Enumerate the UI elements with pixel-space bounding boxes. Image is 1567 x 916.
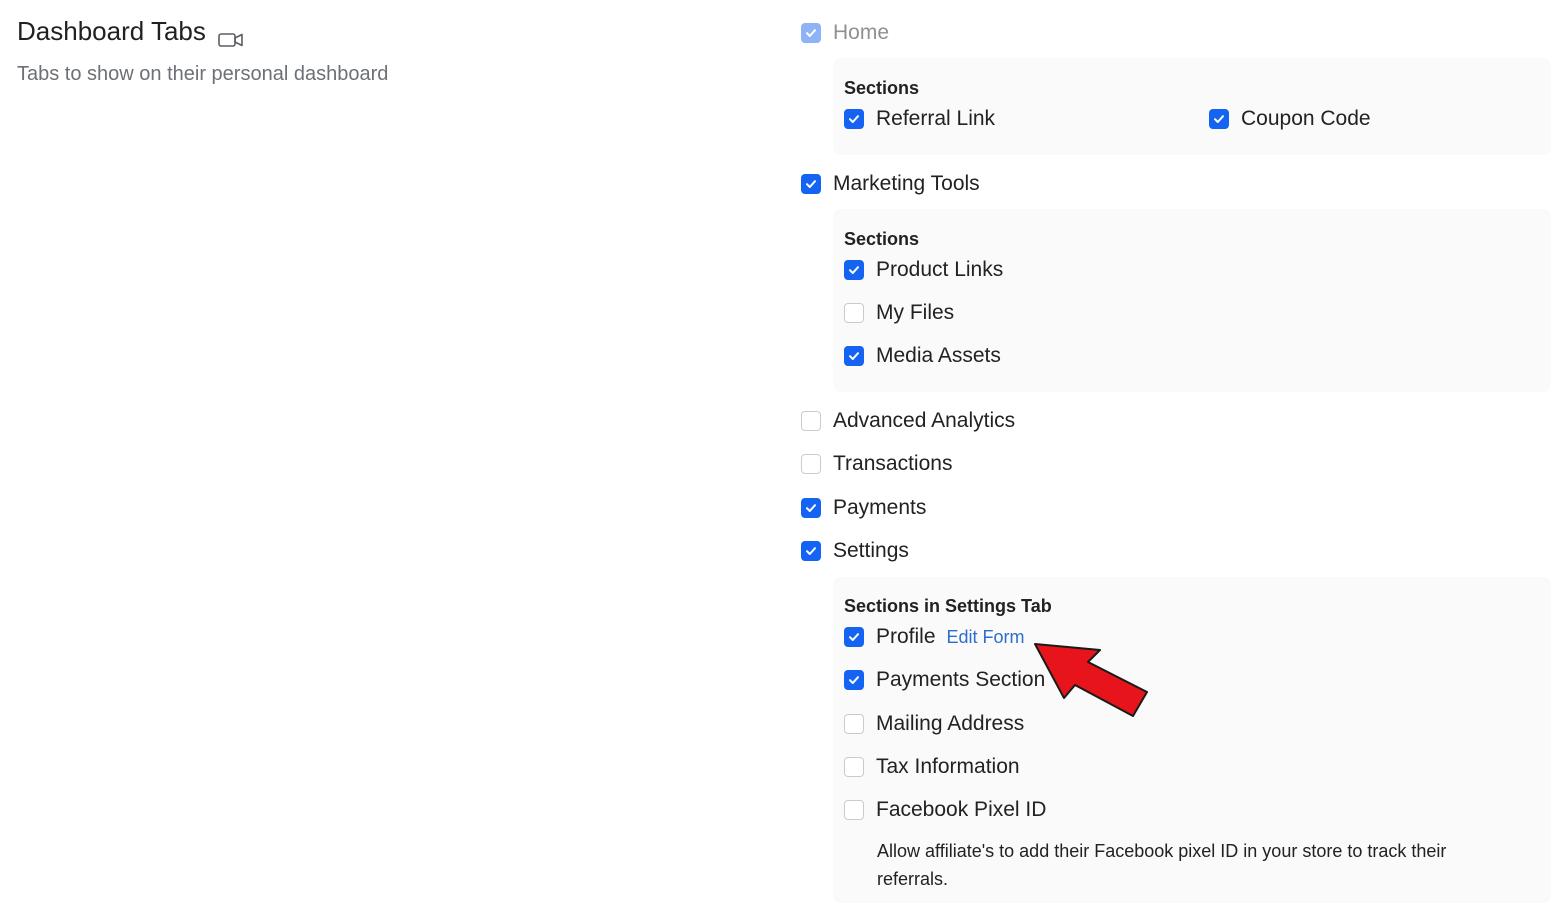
- section-tax-information[interactable]: Tax Information: [844, 755, 1020, 779]
- marketing-sections-heading: Sections: [844, 229, 920, 249]
- section-label: Facebook Pixel ID: [876, 798, 1047, 821]
- checkbox-unchecked-icon[interactable]: [801, 411, 821, 431]
- checkbox-checked-icon[interactable]: [801, 174, 821, 194]
- section-label: Profile: [876, 625, 936, 648]
- settings-sections-heading: Sections in Settings Tab: [844, 596, 1052, 616]
- checkbox-checked-icon[interactable]: [844, 260, 864, 280]
- payments-tab-label: Payments: [833, 496, 927, 519]
- red-arrow-icon: [1034, 643, 1148, 717]
- edit-form-link[interactable]: Edit Form: [947, 627, 1025, 648]
- section-payments[interactable]: Payments Section: [844, 668, 1045, 692]
- checkbox-unchecked-icon[interactable]: [844, 800, 864, 820]
- checkbox-checked-icon[interactable]: [844, 346, 864, 366]
- checkbox-unchecked-icon[interactable]: [844, 303, 864, 323]
- settings-tab-label: Settings: [833, 539, 909, 562]
- section-coupon-code[interactable]: Coupon Code: [1209, 107, 1371, 131]
- checkbox-checked-icon[interactable]: [801, 23, 821, 43]
- section-label: Payments Section: [876, 668, 1046, 691]
- section-label: Product Links: [876, 258, 1004, 281]
- advanced-analytics-tab-label: Advanced Analytics: [833, 409, 1016, 432]
- video-camera-icon[interactable]: [218, 25, 244, 47]
- section-facebook-pixel-id[interactable]: Facebook Pixel ID: [844, 798, 1046, 822]
- transactions-tab-label: Transactions: [833, 452, 953, 475]
- page-subtitle: Tabs to show on their personal dashboard: [17, 63, 389, 85]
- section-label: My Files: [876, 301, 955, 324]
- checkbox-checked-icon[interactable]: [801, 541, 821, 561]
- transactions-tab-checkbox[interactable]: Transactions: [801, 452, 952, 476]
- checkbox-checked-icon[interactable]: [801, 498, 821, 518]
- section-profile[interactable]: Profile Edit Form: [844, 625, 1025, 649]
- section-my-files[interactable]: My Files: [844, 301, 954, 325]
- section-label: Coupon Code: [1241, 107, 1371, 130]
- section-label: Mailing Address: [876, 712, 1025, 735]
- page-title: Dashboard Tabs: [17, 16, 244, 47]
- checkbox-checked-icon[interactable]: [844, 109, 864, 129]
- settings-tab-checkbox[interactable]: Settings: [801, 539, 909, 563]
- checkbox-unchecked-icon[interactable]: [801, 454, 821, 474]
- section-product-links[interactable]: Product Links: [844, 258, 1003, 282]
- section-referral-link[interactable]: Referral Link: [844, 107, 995, 131]
- advanced-analytics-tab-checkbox[interactable]: Advanced Analytics: [801, 409, 1015, 433]
- checkbox-checked-icon[interactable]: [1209, 109, 1229, 129]
- payments-tab-checkbox[interactable]: Payments: [801, 496, 926, 520]
- home-tab-checkbox[interactable]: Home: [801, 21, 889, 45]
- checkbox-checked-icon[interactable]: [844, 627, 864, 647]
- section-media-assets[interactable]: Media Assets: [844, 344, 1001, 368]
- section-label: Media Assets: [876, 344, 1001, 367]
- checkbox-unchecked-icon[interactable]: [844, 714, 864, 734]
- facebook-pixel-help-text: Allow affiliate's to add their Facebook …: [877, 841, 1447, 889]
- checkbox-unchecked-icon[interactable]: [844, 757, 864, 777]
- page-title-text: Dashboard Tabs: [17, 16, 206, 46]
- home-sections-heading: Sections: [844, 78, 920, 98]
- section-mailing-address[interactable]: Mailing Address: [844, 712, 1024, 736]
- marketing-tools-tab-label: Marketing Tools: [833, 172, 980, 195]
- home-tab-label: Home: [833, 21, 890, 44]
- section-label: Tax Information: [876, 755, 1020, 778]
- marketing-tools-tab-checkbox[interactable]: Marketing Tools: [801, 172, 980, 196]
- section-label: Referral Link: [876, 107, 996, 130]
- checkbox-checked-icon[interactable]: [844, 670, 864, 690]
